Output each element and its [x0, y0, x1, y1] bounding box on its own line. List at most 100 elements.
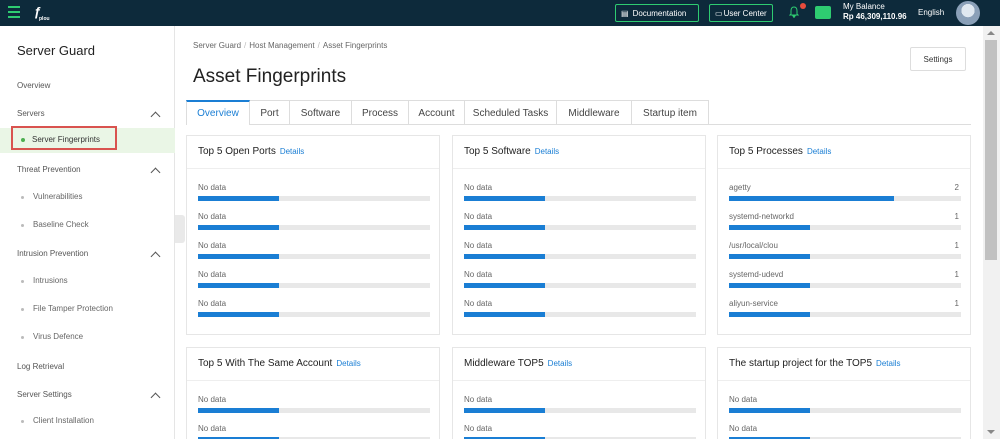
tab-software[interactable]: Software [290, 100, 352, 125]
details-link[interactable]: Details [535, 147, 559, 156]
sidebar-item-vulnerabilities[interactable]: Vulnerabilities [33, 192, 83, 201]
card-title-text: Middleware TOP5 [464, 358, 544, 369]
tab-overview[interactable]: Overview [186, 100, 250, 125]
details-link[interactable]: Details [336, 359, 360, 368]
menu-icon[interactable] [8, 6, 20, 18]
tab-account[interactable]: Account [409, 100, 465, 125]
progress-track [198, 283, 430, 288]
bullet-icon [21, 420, 24, 423]
sidebar-item-server-fingerprints[interactable]: Server Fingerprints [32, 135, 100, 144]
sidebar-group-threat-prevention[interactable]: Threat Prevention [17, 165, 81, 174]
sidebar-item-log-retrieval[interactable]: Log Retrieval [17, 362, 64, 371]
logo-text: plou [39, 16, 50, 22]
row-label: systemd-networkd [729, 212, 794, 221]
progress-track [729, 254, 961, 259]
chevron-up-icon[interactable] [150, 111, 161, 122]
row-label: No data [198, 183, 227, 192]
sidebar-collapse-handle[interactable] [175, 215, 185, 243]
row-label: No data [464, 270, 493, 279]
breadcrumb-host-management[interactable]: Host Management [249, 41, 314, 50]
row-label: aliyun-service [729, 299, 778, 308]
tab-process[interactable]: Process [352, 100, 409, 125]
details-link[interactable]: Details [807, 147, 831, 156]
progress-fill [198, 408, 279, 413]
row-label: No data [464, 183, 493, 192]
row-count: 1 [954, 270, 959, 279]
progress-track [198, 312, 430, 317]
progress-fill [729, 408, 810, 413]
progress-fill [464, 254, 545, 259]
card-title: Top 5 Open Ports Details [198, 146, 304, 157]
progress-track [198, 254, 430, 259]
documentation-button[interactable]: ▤ Documentation [615, 4, 699, 22]
divider [453, 380, 705, 381]
monitor-icon: ▭ [715, 8, 723, 18]
row-label: systemd-udevd [729, 270, 784, 279]
sidebar-item-intrusions[interactable]: Intrusions [33, 276, 68, 285]
breadcrumb-server-guard[interactable]: Server Guard [193, 41, 241, 50]
sidebar-group-server-settings[interactable]: Server Settings [17, 390, 72, 399]
row-label: /usr/local/clou [729, 241, 778, 250]
documentation-label: Documentation [632, 8, 687, 18]
top-bar: ƒ plou ▤ Documentation ▭ User Center My Bal… [0, 0, 1000, 26]
progress-fill [729, 196, 894, 201]
logo[interactable]: ƒ plou [34, 4, 50, 22]
details-link[interactable]: Details [876, 359, 900, 368]
progress-track [464, 283, 696, 288]
sidebar-item-baseline-check[interactable]: Baseline Check [33, 220, 89, 229]
scroll-down-icon[interactable] [987, 430, 995, 434]
chevron-up-icon[interactable] [150, 251, 161, 262]
chevron-up-icon[interactable] [150, 167, 161, 178]
row-label: No data [198, 270, 227, 279]
sidebar-item-virus-defence[interactable]: Virus Defence [33, 332, 83, 341]
progress-fill [464, 225, 545, 230]
bullet-icon [21, 196, 24, 199]
bell-icon[interactable] [789, 6, 799, 18]
chevron-up-icon[interactable] [150, 392, 161, 403]
card-title: Top 5 Processes Details [729, 146, 831, 157]
progress-track [464, 254, 696, 259]
progress-fill [198, 225, 279, 230]
scroll-up-icon[interactable] [987, 31, 995, 35]
wallet-icon[interactable] [815, 6, 831, 19]
row-count: 1 [954, 299, 959, 308]
bullet-icon [21, 336, 24, 339]
progress-fill [464, 408, 545, 413]
details-link[interactable]: Details [548, 359, 572, 368]
divider [718, 168, 970, 169]
sidebar-group-servers[interactable]: Servers [17, 109, 45, 118]
tab-middleware[interactable]: Middleware [557, 100, 632, 125]
progress-fill [198, 283, 279, 288]
sidebar-group-intrusion-prevention[interactable]: Intrusion Prevention [17, 249, 88, 258]
tab-scheduled-tasks[interactable]: Scheduled Tasks [465, 100, 557, 125]
sidebar-title: Server Guard [17, 43, 96, 58]
card-title-text: Top 5 With The Same Account [198, 358, 333, 369]
row-label: No data [198, 212, 227, 221]
language-selector[interactable]: English [918, 8, 944, 17]
user-center-button[interactable]: ▭ User Center [709, 4, 773, 22]
progress-track [198, 408, 430, 413]
progress-fill [464, 312, 545, 317]
scrollbar-thumb[interactable] [985, 40, 997, 260]
sidebar-item-file-tamper-protection[interactable]: File Tamper Protection [33, 304, 113, 313]
divider [718, 380, 970, 381]
progress-track [729, 312, 961, 317]
sidebar-item-overview[interactable]: Overview [17, 81, 50, 90]
stat-card: Top 5 With The Same Account Details No dat… [186, 347, 440, 439]
row-label: No data [198, 424, 227, 433]
sidebar-item-client-installation[interactable]: Client Installation [33, 416, 94, 425]
details-link[interactable]: Details [280, 147, 304, 156]
row-count: 1 [954, 212, 959, 221]
settings-button[interactable]: Settings [910, 47, 966, 71]
breadcrumb-current: Asset Fingerprints [322, 41, 388, 50]
card-title: Top 5 Software Details [464, 146, 559, 157]
tab-port[interactable]: Port [250, 100, 290, 125]
progress-fill [729, 225, 810, 230]
avatar[interactable] [956, 1, 980, 25]
progress-track [464, 196, 696, 201]
tab-startup-item[interactable]: Startup item [632, 100, 709, 125]
stat-card: The startup project for the TOP5 Details N… [717, 347, 971, 439]
stat-card: Top 5 Processes Details agetty 2 systemd-net… [717, 135, 971, 335]
progress-fill [464, 283, 545, 288]
divider [453, 168, 705, 169]
